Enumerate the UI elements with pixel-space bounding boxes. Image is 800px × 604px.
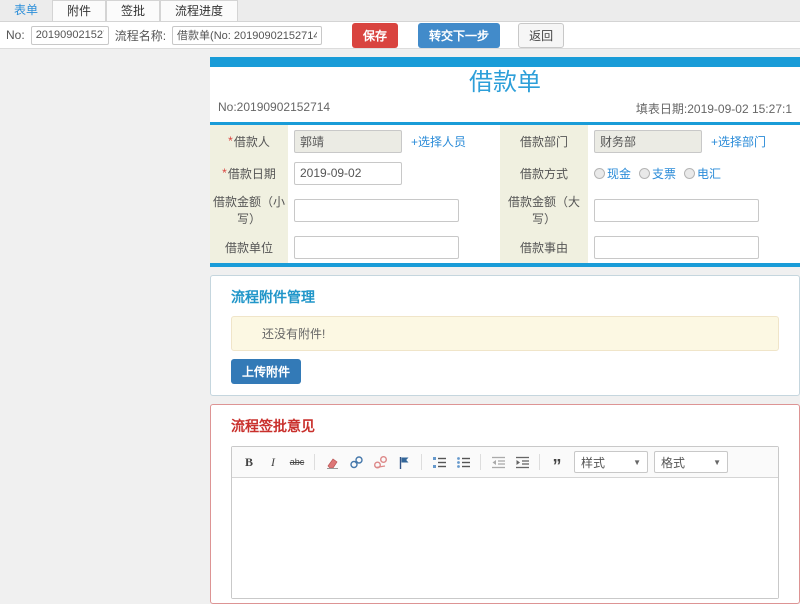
- style-select[interactable]: 样式 ▼: [574, 451, 648, 473]
- loan-date-input[interactable]: [294, 161, 402, 185]
- bullet-list-icon[interactable]: [452, 452, 474, 472]
- loan-method-field-cell: 现金 支票 电汇: [588, 157, 800, 189]
- amount-big-field-cell: [588, 189, 800, 231]
- italic-icon[interactable]: I: [262, 452, 284, 472]
- loan-date-label-text: 借款日期: [227, 166, 276, 181]
- toolbar-separator: [480, 454, 481, 470]
- back-button[interactable]: 返回: [518, 22, 565, 48]
- attachments-panel: 流程附件管理 还没有附件! 上传附件: [210, 275, 800, 396]
- dept-input[interactable]: [594, 129, 702, 153]
- signoff-heading: 流程签批意见: [231, 418, 315, 434]
- select-person-link[interactable]: +选择人员: [411, 133, 466, 150]
- outdent-icon[interactable]: [487, 452, 509, 472]
- loan-method-label: 借款方式: [500, 157, 588, 189]
- form-top-accent-bar: [210, 57, 800, 67]
- toolbar-separator: [314, 454, 315, 470]
- format-select-value: 格式: [661, 455, 686, 470]
- amount-small-field-cell: [288, 189, 500, 231]
- amount-small-input[interactable]: [294, 198, 459, 222]
- no-input[interactable]: [30, 25, 109, 45]
- format-select[interactable]: 格式 ▼: [654, 451, 728, 473]
- borrower-label-text: 借款人: [233, 134, 270, 149]
- borrower-label: * 借款人: [210, 125, 288, 157]
- amount-big-label-text: 借款金额（大写）: [507, 195, 580, 226]
- bold-icon[interactable]: B: [238, 452, 260, 472]
- select-dept-link[interactable]: +选择部门: [711, 133, 766, 150]
- no-attachments-alert: 还没有附件!: [231, 316, 779, 351]
- form-no-text: No:20190902152714: [218, 100, 331, 114]
- remove-format-icon[interactable]: [321, 452, 343, 472]
- indent-icon[interactable]: [511, 452, 533, 472]
- radio-wire-label: 电汇: [697, 166, 722, 181]
- loan-method-label-text: 借款方式: [519, 166, 568, 181]
- radio-cash-label: 现金: [607, 166, 632, 181]
- toolbar-separator: [539, 454, 540, 470]
- loan-unit-label-text: 借款单位: [224, 240, 273, 255]
- dept-label: 借款部门: [500, 125, 588, 157]
- radio-check-label: 支票: [652, 166, 677, 181]
- signoff-panel: 流程签批意见 B I abc ” 样式 ▼ 格式 ▼: [210, 404, 800, 604]
- process-name-input[interactable]: [172, 25, 323, 45]
- loan-unit-label: 借款单位: [210, 231, 288, 263]
- required-mark: *: [222, 166, 227, 180]
- loan-date-label: * 借款日期: [210, 157, 288, 189]
- amount-big-label: 借款金额（大写）: [500, 189, 588, 231]
- forward-next-step-button[interactable]: 转交下一步: [418, 22, 501, 48]
- dept-field-cell: +选择部门: [588, 125, 800, 157]
- form-title: 借款单: [469, 69, 541, 96]
- loan-unit-field-cell: [288, 231, 500, 263]
- loan-unit-input[interactable]: [294, 235, 459, 259]
- loan-method-radio-group: 现金 支票 电汇: [594, 165, 721, 182]
- save-button[interactable]: 保存: [352, 22, 399, 48]
- link-icon[interactable]: [345, 452, 367, 472]
- radio-cash[interactable]: 现金: [594, 165, 631, 182]
- loan-form-section: 借款单 No:20190902152714 填表日期:2019-09-02 15…: [210, 57, 800, 267]
- borrower-field-cell: +选择人员: [288, 125, 500, 157]
- editor-toolbar: B I abc ” 样式 ▼ 格式 ▼: [232, 447, 778, 478]
- form-meta-row: No:20190902152714 填表日期:2019-09-02 15:27:…: [210, 99, 800, 122]
- editor-content-area[interactable]: [232, 478, 778, 598]
- dept-label-text: 借款部门: [519, 134, 568, 149]
- amount-big-input[interactable]: [594, 198, 759, 222]
- loan-reason-label: 借款事由: [500, 231, 588, 263]
- no-label: No:: [6, 28, 25, 42]
- main-content: 借款单 No:20190902152714 填表日期:2019-09-02 15…: [210, 50, 800, 604]
- upload-attachment-button[interactable]: 上传附件: [231, 359, 302, 384]
- rich-text-editor: B I abc ” 样式 ▼ 格式 ▼: [231, 446, 779, 599]
- loan-reason-input[interactable]: [594, 235, 759, 259]
- tab-attachments[interactable]: 附件: [52, 0, 107, 21]
- toolbar-separator: [421, 454, 422, 470]
- anchor-flag-icon[interactable]: [393, 452, 415, 472]
- radio-circle-icon[interactable]: [594, 167, 605, 179]
- tab-signoff[interactable]: 签批: [106, 0, 161, 21]
- toolbar: No: 流程名称: 保存 转交下一步 返回: [0, 22, 800, 49]
- strikethrough-icon[interactable]: abc: [286, 452, 308, 472]
- radio-circle-icon[interactable]: [639, 167, 651, 179]
- form-bottom-accent-bar: [210, 263, 800, 267]
- radio-circle-icon[interactable]: [684, 167, 696, 179]
- tab-bar: 表单 附件 签批 流程进度: [0, 0, 800, 22]
- radio-wire[interactable]: 电汇: [684, 165, 721, 182]
- amount-small-label: 借款金额（小写）: [210, 189, 288, 231]
- style-select-value: 样式: [581, 455, 606, 470]
- chevron-down-icon: ▼: [633, 457, 641, 467]
- tab-process-progress[interactable]: 流程进度: [160, 0, 239, 21]
- form-grid: * 借款人 +选择人员 借款部门 +选择部门 * 借款日期: [210, 125, 800, 263]
- ordered-list-icon[interactable]: [428, 452, 450, 472]
- borrower-input[interactable]: [294, 129, 402, 153]
- process-name-label: 流程名称:: [114, 28, 167, 43]
- form-date-text: 填表日期:2019-09-02 15:27:1: [635, 102, 792, 116]
- chevron-down-icon: ▼: [713, 457, 721, 467]
- loan-reason-label-text: 借款事由: [519, 240, 568, 255]
- attachments-heading: 流程附件管理: [231, 289, 315, 305]
- required-mark: *: [228, 134, 233, 148]
- amount-small-label-text: 借款金额（小写）: [213, 195, 286, 226]
- blockquote-icon[interactable]: ”: [546, 452, 568, 475]
- unlink-icon[interactable]: [369, 452, 391, 472]
- radio-check[interactable]: 支票: [639, 165, 676, 182]
- loan-date-field-cell: [288, 157, 500, 189]
- tab-form[interactable]: 表单: [0, 0, 52, 21]
- loan-reason-field-cell: [588, 231, 800, 263]
